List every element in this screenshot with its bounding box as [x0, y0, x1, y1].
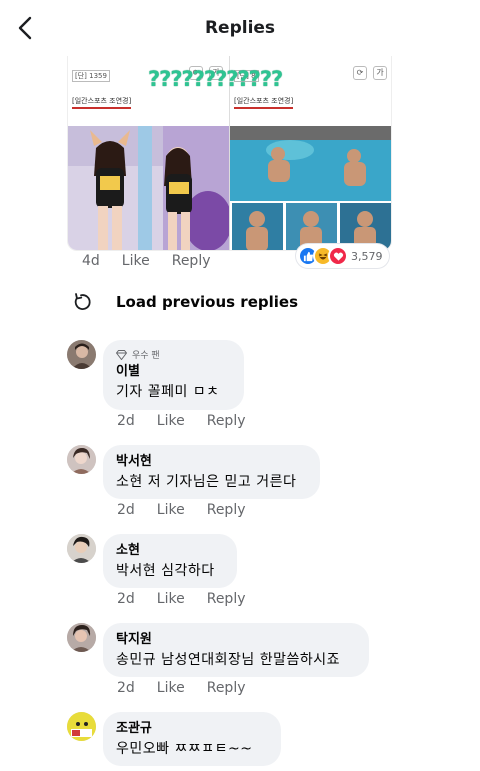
avatar[interactable] — [67, 623, 96, 652]
article-photo-right — [230, 126, 391, 250]
replies-header: Replies — [0, 0, 480, 56]
comment-actions: 2d Like Reply — [117, 591, 246, 607]
comment-author[interactable]: 탁지원 — [116, 631, 356, 649]
comment-bubble[interactable]: 탁지원 송민규 남성연대회장님 한말씀하시죠 — [103, 623, 369, 677]
load-previous-replies-button[interactable]: Load previous replies — [72, 292, 298, 312]
comment-time: 2d — [117, 591, 135, 607]
reply-button[interactable]: Reply — [207, 591, 246, 607]
comment-actions: 2d Like Reply — [117, 413, 246, 429]
comment-time: 2d — [117, 680, 135, 696]
comment-text: 박서현 심각하다 — [116, 563, 215, 579]
post-actions: 4d Like Reply — [82, 253, 211, 269]
refresh-icon — [74, 293, 91, 310]
reply-button[interactable]: Reply — [207, 680, 246, 696]
comment-actions: 2d Like Reply — [117, 502, 246, 518]
comment-author[interactable]: 조관규 — [116, 720, 268, 738]
like-button[interactable]: Like — [157, 413, 185, 429]
comment-author[interactable]: 박서현 — [116, 453, 307, 471]
avatar[interactable] — [67, 445, 96, 474]
diamond-icon — [116, 349, 127, 360]
reply-button[interactable]: Reply — [207, 413, 246, 429]
avatar[interactable] — [67, 534, 96, 563]
article-photo-left — [68, 126, 229, 250]
comment-text: 기자 꼴페미 ㅁㅊ — [116, 384, 220, 400]
avatar[interactable] — [67, 712, 96, 741]
reply-button[interactable]: Reply — [207, 502, 246, 518]
share-icon: ⟳ — [353, 66, 367, 80]
image-overlay-text: ???????????? — [148, 67, 283, 91]
font-size-icon: 가 — [373, 66, 387, 80]
like-button[interactable]: Like — [157, 680, 185, 696]
comment-author[interactable]: 이별 — [116, 363, 231, 381]
comment-time: 2d — [117, 413, 135, 429]
reply-button[interactable]: Reply — [172, 253, 211, 269]
comment-bubble[interactable]: 우수 팬 이별 기자 꼴페미 ㅁㅊ — [103, 340, 244, 410]
comment-author[interactable]: 소현 — [116, 542, 224, 560]
news-source-label: [일간스포츠 조연경] — [234, 96, 294, 109]
comment-time: 2d — [117, 502, 135, 518]
like-button[interactable]: Like — [122, 253, 150, 269]
comment-bubble[interactable]: 박서현 소현 저 기자님은 믿고 거른다 — [103, 445, 320, 499]
post-time: 4d — [82, 253, 100, 269]
comment-text: 송민규 남성연대회장님 한말씀하시죠 — [116, 652, 340, 668]
post-image[interactable]: [단] 1359 ⟳ 가 [일간스포츠 조연경] [단] 8 ⟳ 가 [일간스포… — [67, 56, 392, 251]
page-title: Replies — [204, 18, 276, 38]
like-button[interactable]: Like — [157, 591, 185, 607]
comment-bubble[interactable]: 소현 박서현 심각하다 — [103, 534, 237, 588]
comment-text: 소현 저 기자님은 믿고 거른다 — [116, 474, 297, 490]
article-id-tag: [단] 1359 — [72, 70, 110, 82]
comment-text: 우민오빠 ㅉㅉㅍㅌ~~ — [116, 741, 253, 757]
comment-bubble[interactable]: 조관규 우민오빠 ㅉㅉㅍㅌ~~ — [103, 712, 281, 766]
top-fan-badge: 우수 팬 — [132, 351, 160, 361]
load-previous-label: Load previous replies — [116, 293, 298, 311]
love-reaction-icon — [328, 246, 348, 266]
avatar[interactable] — [67, 340, 96, 369]
comment-actions: 2d Like Reply — [117, 680, 246, 696]
reactions-summary[interactable]: 3,579 — [296, 244, 389, 268]
reaction-count: 3,579 — [351, 249, 383, 263]
news-source-label: [일간스포츠 조연경] — [72, 96, 132, 109]
like-button[interactable]: Like — [157, 502, 185, 518]
